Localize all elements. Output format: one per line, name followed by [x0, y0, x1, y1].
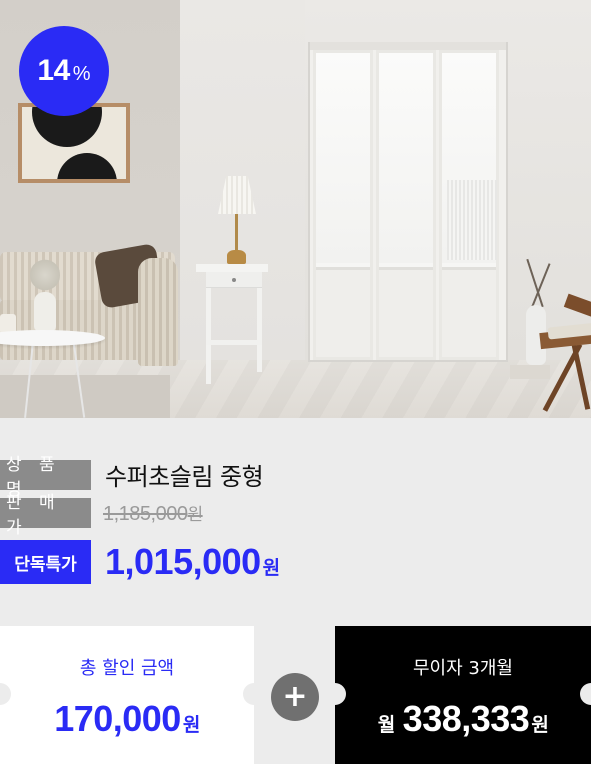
installment-unit: 원	[531, 714, 549, 736]
installment-prefix: 월	[377, 714, 395, 736]
original-price-unit: 원	[187, 505, 203, 525]
side-table	[196, 264, 268, 272]
fluted-glass	[447, 180, 497, 260]
original-price: 1,185,000원	[103, 500, 203, 526]
special-price-unit: 원	[262, 557, 280, 579]
plus-icon: +	[271, 673, 319, 721]
sofa-arm	[138, 258, 178, 366]
original-price-row: 판 매 가 1,185,000원	[0, 493, 203, 538]
product-name-label: 상 품 명	[0, 455, 91, 500]
installment-value: 338,333	[402, 698, 530, 739]
special-price: 1,015,000 원	[105, 541, 280, 583]
installment-title: 무이자 3개월	[413, 658, 513, 679]
total-discount-card: 총 할인 금액 170,000 원	[0, 626, 254, 764]
percent-sign: %	[72, 62, 91, 85]
total-discount-unit: 원	[182, 714, 200, 736]
price-label: 판 매 가	[0, 493, 91, 538]
total-discount-amount: 170,000 원	[54, 698, 200, 740]
special-price-row: 단독특가 1,015,000 원	[0, 540, 280, 584]
door-panel	[313, 50, 373, 360]
installment-card: 무이자 3개월 월 338,333 원	[335, 626, 591, 764]
card-notch	[324, 683, 346, 705]
card-notch	[243, 683, 265, 705]
product-name: 수퍼초슬림 중형	[105, 463, 264, 491]
special-price-value: 1,015,000	[105, 541, 261, 582]
total-discount-title: 총 할인 금액	[79, 658, 175, 679]
door-panel	[376, 50, 436, 360]
product-photo: 14%	[0, 0, 591, 418]
books	[510, 365, 550, 379]
vase	[34, 292, 56, 332]
special-price-label: 단독특가	[0, 540, 91, 584]
discount-badge: 14%	[19, 26, 109, 116]
original-price-value: 1,185,000	[103, 503, 188, 525]
installment-amount: 월 338,333 원	[378, 698, 549, 740]
product-name-row: 상 품 명 수퍼초슬림 중형	[0, 455, 264, 500]
total-discount-value: 170,000	[54, 698, 181, 739]
discount-percent: 14	[37, 54, 70, 87]
plant	[30, 255, 60, 295]
wall-artwork	[18, 103, 130, 183]
